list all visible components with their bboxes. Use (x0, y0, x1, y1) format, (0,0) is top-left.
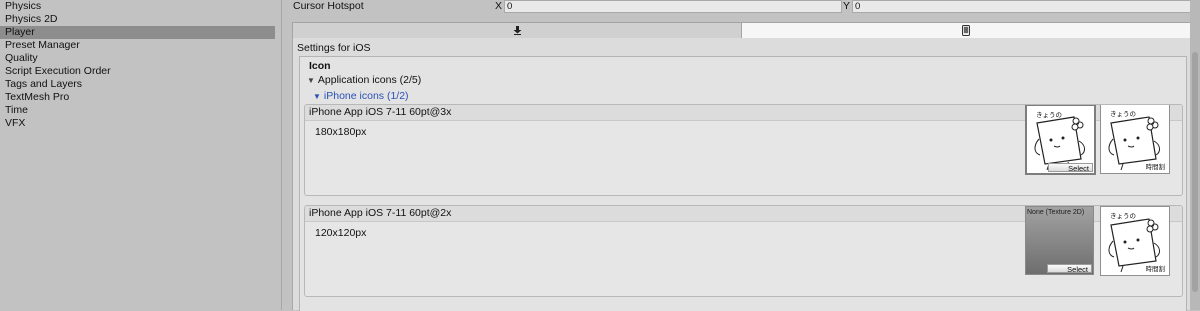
scrollbar-thumb[interactable] (1192, 52, 1198, 292)
slot-size-label: 180x180px (315, 126, 367, 138)
sidebar-item-tags-and-layers[interactable]: Tags and Layers (0, 78, 281, 91)
sidebar-item-physics-2d[interactable]: Physics 2D (0, 13, 281, 26)
art-top-text: きょうの (1110, 111, 1136, 118)
icon-section: Icon ▼ Application icons (2/5) ▼ iPhone … (299, 56, 1187, 311)
triangle-down-icon: ▼ (313, 91, 321, 101)
sidebar-item-textmesh-pro[interactable]: TextMesh Pro (0, 91, 281, 104)
settings-sidebar: Physics Physics 2D Player Preset Manager… (0, 0, 282, 310)
hotspot-x-input[interactable]: 0 (504, 0, 842, 13)
cursor-hotspot-label: Cursor Hotspot (293, 0, 364, 12)
icon-slot-60pt-2x: iPhone App iOS 7-11 60pt@2x 120x120px No… (304, 205, 1183, 297)
phone-icon (962, 25, 970, 36)
icon-preview: きょうの 時間割 (1100, 206, 1170, 276)
icon-slot-60pt-3x: iPhone App iOS 7-11 60pt@3x 180x180px きょ… (304, 104, 1183, 196)
scrollbar-track[interactable] (1190, 0, 1200, 310)
art-bottom-text: 時間割 (1145, 266, 1166, 273)
sidebar-item-script-execution-order[interactable]: Script Execution Order (0, 65, 281, 78)
icon-heading: Icon (309, 60, 331, 72)
select-button[interactable]: Select (1048, 163, 1093, 173)
slot-size-label: 120x120px (315, 227, 367, 239)
tab-standalone[interactable] (293, 23, 742, 38)
sidebar-item-player[interactable]: Player (0, 26, 275, 39)
icon-preview: きょうの 時間割 (1100, 105, 1170, 174)
texture-field[interactable]: きょうの Select (1025, 105, 1096, 175)
hotspot-x-label: X (495, 0, 503, 12)
application-icons-label: Application icons (2/5) (317, 74, 422, 86)
ios-settings-panel: Settings for iOS Icon ▼ Application icon… (292, 38, 1191, 311)
sidebar-item-vfx[interactable]: VFX (0, 117, 281, 130)
sidebar-item-preset-manager[interactable]: Preset Manager (0, 39, 281, 52)
triangle-down-icon: ▼ (307, 75, 315, 85)
tab-ios[interactable] (742, 23, 1190, 38)
settings-for-title: Settings for iOS (297, 42, 371, 54)
inspector-main: Cursor Hotspot X 0 Y 0 Settings for iOS … (282, 0, 1192, 311)
select-button[interactable]: Select (1047, 264, 1092, 274)
next-slot-cut-off (312, 301, 392, 307)
download-icon (513, 26, 521, 35)
texture-field[interactable]: None (Texture 2D) Select (1025, 206, 1094, 275)
application-icons-foldout[interactable]: ▼ Application icons (2/5) (307, 74, 421, 86)
art-top-text: きょうの (1110, 213, 1136, 220)
iphone-icons-label: iPhone icons (1/2) (323, 90, 409, 102)
none-texture-label: None (Texture 2D) (1027, 209, 1085, 216)
sidebar-item-time[interactable]: Time (0, 104, 281, 117)
hotspot-y-label: Y (843, 0, 851, 12)
cursor-hotspot-row: Cursor Hotspot X 0 Y 0 (282, 0, 1192, 14)
art-bottom-text: 時間割 (1145, 164, 1166, 171)
sidebar-item-quality[interactable]: Quality (0, 52, 281, 65)
iphone-icons-foldout[interactable]: ▼ iPhone icons (1/2) (313, 90, 409, 102)
platform-tabs (292, 22, 1191, 39)
hotspot-y-input[interactable]: 0 (852, 0, 1192, 13)
art-top-text: きょうの (1036, 112, 1062, 119)
sidebar-item-physics[interactable]: Physics (0, 0, 281, 13)
